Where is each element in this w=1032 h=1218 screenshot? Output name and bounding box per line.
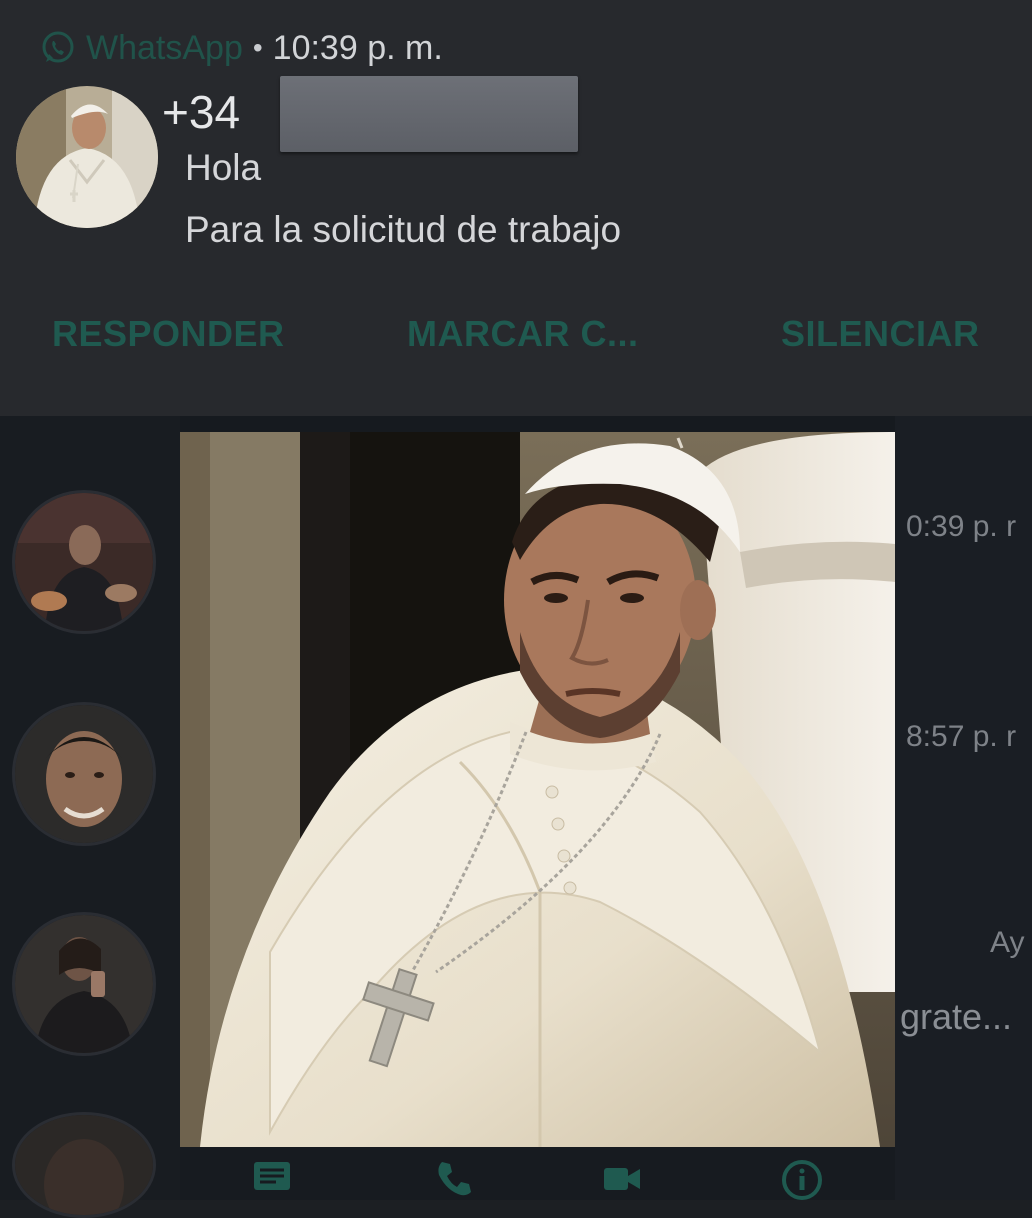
info-icon[interactable] — [780, 1156, 824, 1200]
chat-time: 8:57 p. r — [906, 720, 1017, 753]
chat-time: 0:39 p. r — [906, 510, 1017, 543]
mute-button[interactable]: SILENCIAR — [781, 313, 980, 355]
chat-avatar[interactable] — [12, 702, 156, 846]
message-icon[interactable] — [250, 1156, 294, 1200]
chat-avatar[interactable] — [12, 912, 156, 1056]
contact-action-bar — [180, 1146, 895, 1200]
chat-avatar[interactable] — [12, 490, 156, 634]
shared-photo[interactable] — [180, 432, 895, 1147]
redaction-block — [280, 76, 578, 152]
sender-avatar — [16, 86, 158, 228]
sender-number: +34 — [162, 86, 241, 138]
separator-dot: • — [252, 32, 263, 63]
whatsapp-notification[interactable]: WhatsApp • 10:39 p. m. +34 Hola Para la … — [0, 0, 1032, 416]
notification-header: WhatsApp • 10:39 p. m. — [40, 28, 443, 68]
phone-icon[interactable] — [432, 1156, 476, 1200]
whatsapp-icon — [42, 31, 74, 63]
chat-avatar[interactable] — [12, 1112, 156, 1218]
chat-snippet: grate... — [900, 996, 1013, 1037]
reply-button[interactable]: RESPONDER — [52, 313, 285, 355]
mark-as-read-button[interactable]: MARCAR C... — [407, 313, 638, 355]
message-line: Hola — [185, 147, 262, 188]
notification-time: 10:39 p. m. — [272, 28, 443, 67]
video-call-icon[interactable] — [600, 1156, 644, 1200]
app-name: WhatsApp — [86, 28, 243, 67]
message-line: Para la solicitud de trabajo — [185, 209, 622, 250]
chat-snippet: Ay — [990, 926, 1025, 959]
